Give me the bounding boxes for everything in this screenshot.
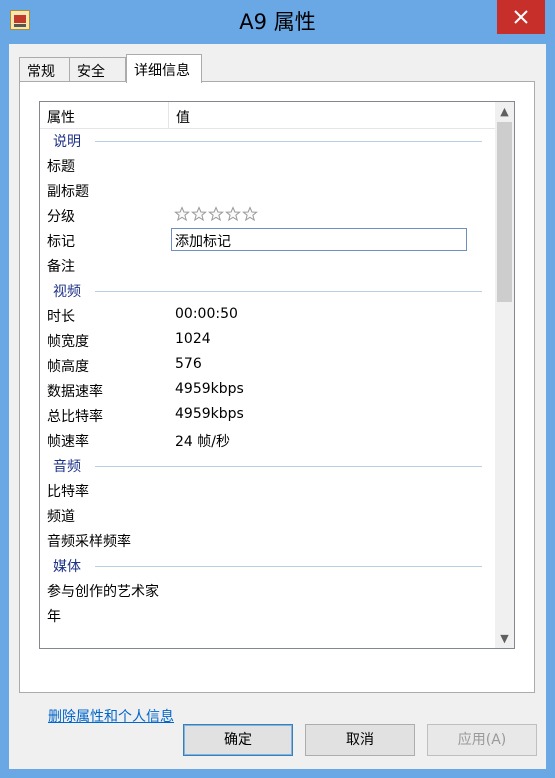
close-button[interactable]: [497, 0, 545, 34]
column-divider[interactable]: [168, 102, 169, 128]
property-name: 频道: [47, 509, 75, 525]
column-header: 属性 值: [40, 102, 496, 129]
tab-details[interactable]: 详细信息: [126, 54, 202, 83]
close-icon: [514, 10, 528, 24]
property-value: 1024: [175, 331, 211, 347]
table-row[interactable]: 总比特率 4959kbps: [40, 403, 496, 428]
property-list[interactable]: 属性 值 说明 标题 副标题 分级 标记 添加标记 备注 视频 时长 00:00…: [39, 101, 515, 649]
tags-input-text: 添加标记: [175, 234, 231, 250]
table-row[interactable]: 比特率: [40, 478, 496, 503]
rating-stars[interactable]: [174, 206, 258, 222]
star-icon[interactable]: [208, 206, 224, 222]
group-media: 媒体: [40, 553, 496, 578]
tab-general[interactable]: 常规: [19, 57, 70, 81]
group-divider: [95, 291, 482, 292]
remove-properties-link[interactable]: 删除属性和个人信息: [48, 706, 174, 726]
group-video: 视频: [40, 278, 496, 303]
group-audio: 音频: [40, 453, 496, 478]
table-row[interactable]: 帧速率 24 帧/秒: [40, 428, 496, 453]
property-name: 数据速率: [47, 384, 103, 400]
table-row[interactable]: 时长 00:00:50: [40, 303, 496, 328]
property-value: 4959kbps: [175, 406, 244, 422]
group-title: 说明: [53, 134, 81, 150]
table-row[interactable]: 数据速率 4959kbps: [40, 378, 496, 403]
property-name: 标题: [47, 159, 75, 175]
table-row[interactable]: 频道: [40, 503, 496, 528]
star-icon[interactable]: [242, 206, 258, 222]
property-value: 24 帧/秒: [175, 434, 230, 450]
cancel-button[interactable]: 取消: [305, 724, 415, 756]
property-name: 参与创作的艺术家: [47, 584, 159, 600]
table-row[interactable]: 标记 添加标记: [40, 228, 496, 253]
scroll-down-icon[interactable]: ▼: [495, 629, 514, 648]
tab-security[interactable]: 安全: [69, 57, 126, 81]
group-divider: [95, 141, 482, 142]
property-rows: 说明 标题 副标题 分级 标记 添加标记 备注 视频 时长 00:00:50 帧…: [40, 128, 496, 628]
table-row[interactable]: 帧高度 576: [40, 353, 496, 378]
property-value: 576: [175, 356, 202, 372]
property-name: 时长: [47, 309, 75, 325]
table-row[interactable]: 帧宽度 1024: [40, 328, 496, 353]
property-name: 总比特率: [47, 409, 103, 425]
property-name: 分级: [47, 209, 75, 225]
table-row[interactable]: 备注: [40, 253, 496, 278]
tags-input[interactable]: 添加标记: [171, 228, 467, 251]
group-divider: [95, 466, 482, 467]
group-divider: [95, 566, 482, 567]
column-property[interactable]: 属性: [47, 107, 75, 127]
table-row[interactable]: 副标题: [40, 178, 496, 203]
vertical-scrollbar[interactable]: ▲ ▼: [495, 102, 514, 648]
star-icon[interactable]: [191, 206, 207, 222]
star-icon[interactable]: [225, 206, 241, 222]
property-name: 年: [47, 609, 61, 625]
star-icon[interactable]: [174, 206, 190, 222]
apply-button[interactable]: 应用(A): [427, 724, 537, 756]
group-title: 视频: [53, 284, 81, 300]
property-value: 00:00:50: [175, 306, 238, 322]
property-name: 帧速率: [47, 434, 89, 450]
property-value: 4959kbps: [175, 381, 244, 397]
column-value[interactable]: 值: [176, 107, 190, 127]
table-row[interactable]: 标题: [40, 153, 496, 178]
details-panel: 属性 值 说明 标题 副标题 分级 标记 添加标记 备注 视频 时长 00:00…: [19, 81, 535, 725]
table-row[interactable]: 分级: [40, 203, 496, 228]
group-title: 音频: [53, 459, 81, 475]
scrollbar-thumb[interactable]: [497, 122, 512, 302]
property-name: 帧宽度: [47, 334, 89, 350]
group-title: 媒体: [53, 559, 81, 575]
window-title: A9 属性: [239, 10, 316, 34]
scroll-up-icon[interactable]: ▲: [495, 102, 514, 121]
dialog-body: 常规 安全 详细信息 属性 值 说明 标题 副标题 分级 标记 添加标记 备注 …: [9, 44, 546, 769]
table-row[interactable]: 年: [40, 603, 496, 628]
property-name: 比特率: [47, 484, 89, 500]
property-name: 副标题: [47, 184, 89, 200]
property-name: 帧高度: [47, 359, 89, 375]
table-row[interactable]: 参与创作的艺术家: [40, 578, 496, 603]
ok-button[interactable]: 确定: [183, 724, 293, 756]
title-bar: A9 属性: [0, 0, 555, 44]
property-name: 音频采样频率: [47, 534, 131, 550]
property-name: 标记: [47, 234, 75, 250]
group-description: 说明: [40, 128, 496, 153]
property-name: 备注: [47, 259, 75, 275]
table-row[interactable]: 音频采样频率: [40, 528, 496, 553]
